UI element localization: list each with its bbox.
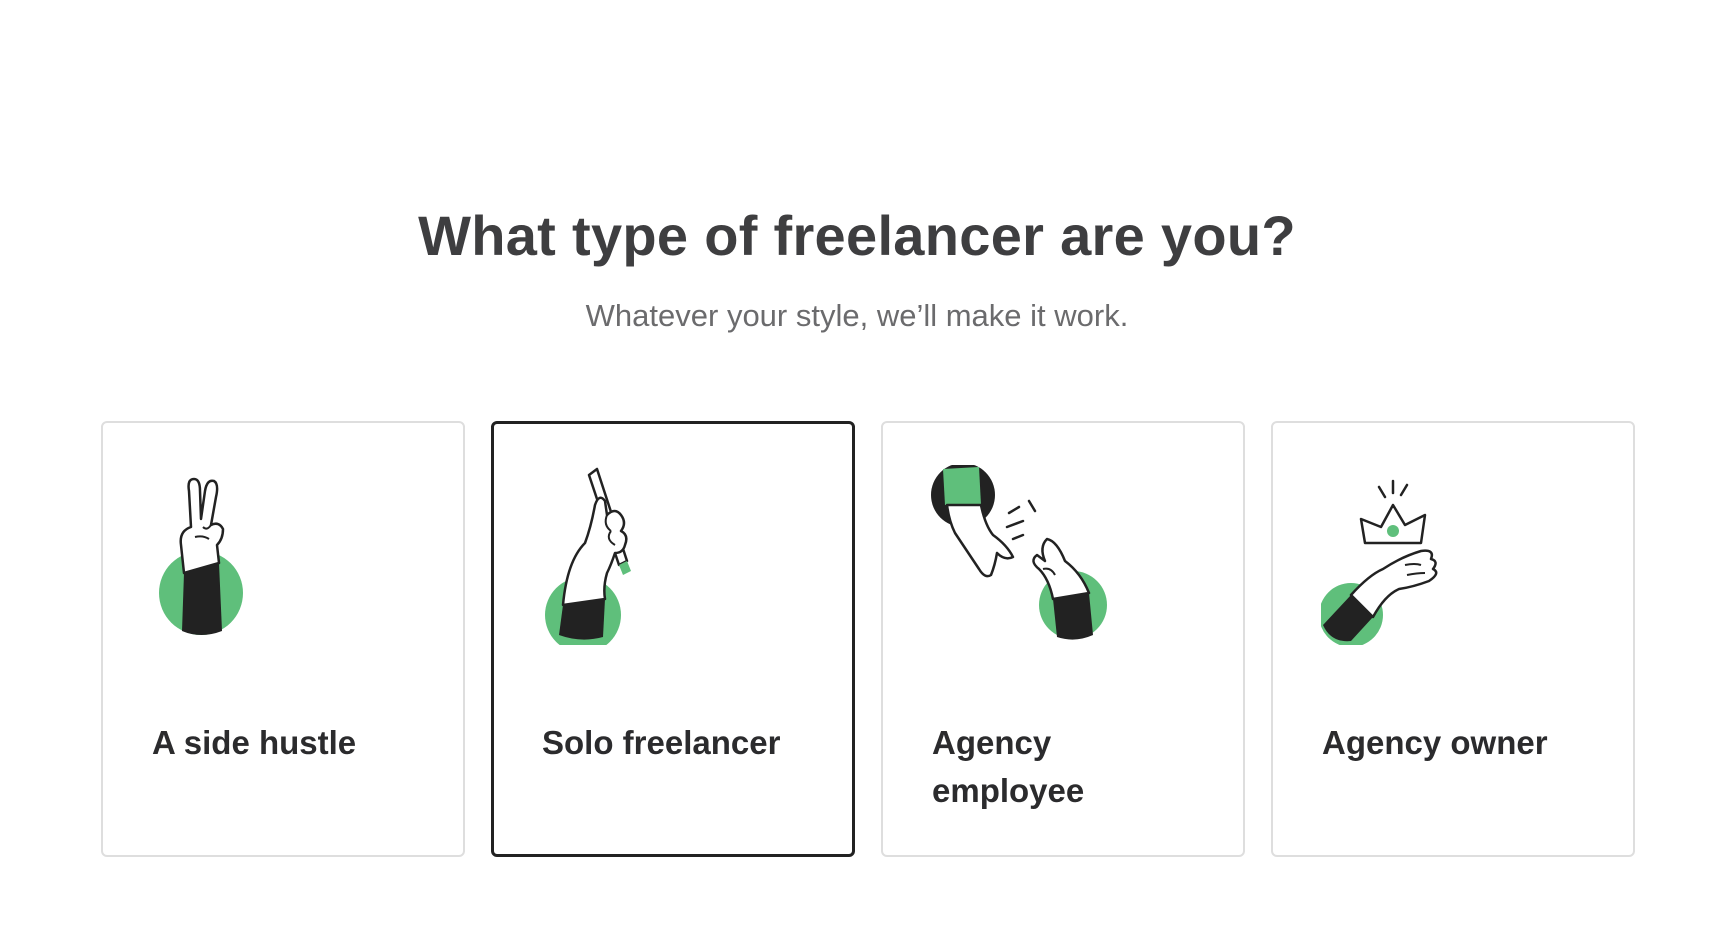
hands-passing-icon bbox=[931, 465, 1107, 640]
option-agency-owner[interactable]: Agency owner bbox=[1271, 421, 1635, 857]
peace-sign-hand-icon bbox=[159, 477, 243, 635]
option-label: Agency owner bbox=[1322, 724, 1548, 761]
option-label: Solo freelancer bbox=[542, 724, 781, 761]
freelancer-type-options: A side hustle Solo freelancer Agency emp… bbox=[101, 421, 1635, 858]
option-solo-freelancer[interactable]: Solo freelancer bbox=[491, 421, 855, 857]
option-side-hustle[interactable]: A side hustle bbox=[101, 421, 465, 857]
option-agency-employee[interactable]: Agency employee bbox=[881, 421, 1245, 857]
page-subtitle: Whatever your style, we’ll make it work. bbox=[585, 298, 1129, 333]
hand-with-crown-icon bbox=[1321, 479, 1438, 645]
option-label: A side hustle bbox=[152, 724, 357, 761]
option-label: Agency employee bbox=[932, 724, 1085, 809]
page-title: What type of freelancer are you? bbox=[418, 204, 1296, 267]
hand-holding-pencil-icon bbox=[545, 467, 631, 645]
